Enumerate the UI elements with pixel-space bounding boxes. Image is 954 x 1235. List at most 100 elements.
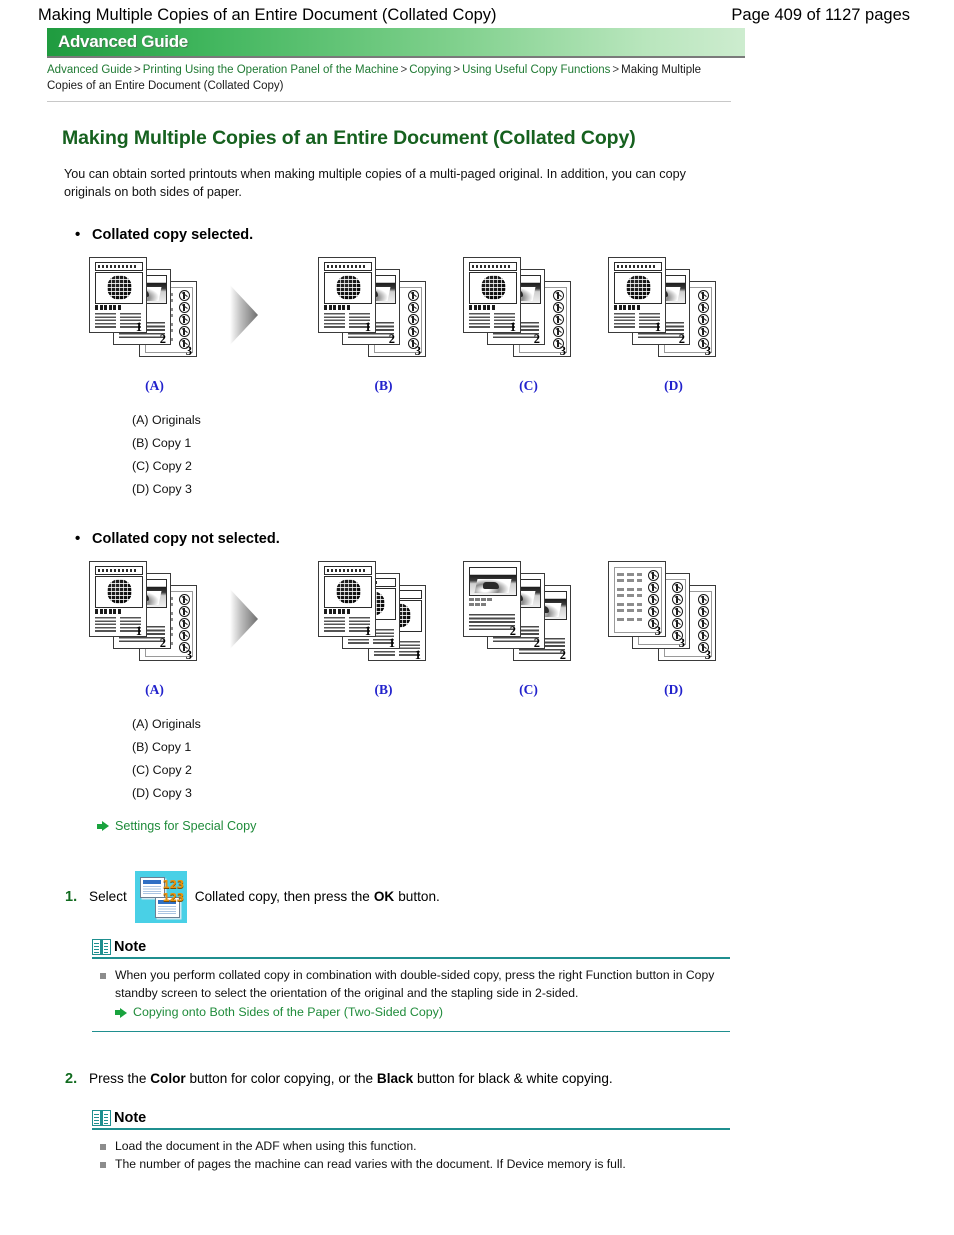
arrow-right-green-icon — [115, 1007, 128, 1018]
page-number-label: 1 — [135, 320, 142, 333]
page-number-label: 1 — [364, 624, 371, 637]
color-button-label: Color — [150, 1070, 186, 1086]
step-1-text-after: button. — [398, 889, 440, 904]
section-heading-collated-not-selected: Collated copy not selected. — [75, 530, 907, 547]
page-number-label: 2 — [533, 332, 540, 345]
legend-item: (C) Copy 2 — [132, 763, 192, 777]
group-label-d: (D) — [664, 682, 683, 697]
arrow-right-icon — [222, 257, 264, 397]
document-stack-group: 3 2 1 (A) — [87, 257, 222, 397]
page-number-label: 1 — [388, 636, 395, 649]
document-sheet-page2: 2 — [463, 561, 521, 637]
header-bar-graphic — [95, 262, 143, 271]
note-item: When you perform collated copy in combin… — [92, 967, 730, 1002]
page-number-label: 3 — [654, 624, 661, 637]
breadcrumb-item-2[interactable]: Copying — [409, 64, 451, 76]
breadcrumb-item-0[interactable]: Advanced Guide — [47, 64, 132, 76]
black-button-label: Black — [376, 1070, 414, 1086]
globe-graphic — [107, 275, 132, 300]
document-stack-group: 3 3 3 (D) — [606, 561, 741, 701]
bullet-square-icon — [100, 1143, 106, 1150]
bullet-square-icon — [100, 1162, 106, 1168]
legend-item: (A) Originals — [132, 717, 201, 731]
intro-paragraph: You can obtain sorted printouts when mak… — [64, 167, 686, 199]
book-icon — [92, 939, 111, 955]
advanced-guide-label: Advanced Guide — [58, 32, 188, 51]
breadcrumb-item-3[interactable]: Using Useful Copy Functions — [462, 64, 610, 76]
note-header: Note — [92, 939, 730, 959]
page-number-label: 2 — [559, 648, 566, 661]
page-header: Making Multiple Copies of an Entire Docu… — [0, 0, 954, 28]
step-1: 1. Select 123 123 Collated copy, then pr… — [65, 871, 907, 923]
breadcrumb-separator: > — [453, 64, 461, 76]
note-header: Note — [92, 1109, 730, 1130]
document-sheet-page1: 1 — [89, 257, 147, 333]
legend-item: (C) Copy 2 — [132, 459, 192, 473]
page-number-label: 3 — [559, 344, 566, 357]
page-number-label: 3 — [704, 648, 711, 661]
page-number-label: 3 — [414, 344, 421, 357]
ok-button-label: OK — [373, 889, 395, 904]
page-number-label: 1 — [414, 648, 421, 661]
book-icon — [92, 1109, 111, 1126]
note-item: Load the document in the ADF when using … — [92, 1138, 730, 1156]
page-number-label: 3 — [678, 636, 685, 649]
page-number-label: 3 — [185, 344, 192, 357]
document-sheet-page1: 1 — [608, 257, 666, 333]
note-block-2: Note Load the document in the ADF when u… — [92, 1109, 730, 1174]
two-sided-copy-link[interactable]: Copying onto Both Sides of the Paper (Tw… — [133, 1004, 443, 1022]
page-number-label: 2 — [159, 332, 166, 345]
settings-for-special-copy-link[interactable]: Settings for Special Copy — [115, 819, 256, 833]
document-sheet-page3: 3 — [608, 561, 666, 637]
document-stack-group: 3 2 1 (C) — [461, 257, 596, 397]
arrow-right-green-icon — [97, 821, 110, 831]
step-1-text-before: Select — [89, 889, 127, 904]
breadcrumb-separator: > — [612, 64, 620, 76]
breadcrumb-separator: > — [400, 64, 408, 76]
group-label-a: (A) — [145, 378, 164, 393]
legend-collated-selected: (A) Originals (B) Copy 1 (C) Copy 2 (D) … — [132, 409, 907, 501]
breadcrumb-item-1[interactable]: Printing Using the Operation Panel of th… — [143, 64, 399, 76]
group-label-a: (A) — [145, 682, 164, 697]
breadcrumb: Advanced Guide > Printing Using the Operat… — [47, 63, 731, 102]
page-number-label: 2 — [509, 624, 516, 637]
note-item-text: Load the document in the ADF when using … — [115, 1138, 417, 1153]
document-stack-group: 3 2 1 (D) — [606, 257, 741, 397]
advanced-guide-banner: Advanced Guide — [47, 28, 745, 58]
note-bottom-rule — [92, 1030, 730, 1032]
note-title: Note — [114, 939, 147, 955]
page-number-label: 3 — [185, 648, 192, 661]
page-number-label: 1 — [364, 320, 371, 333]
page-number-label: 2 — [159, 636, 166, 649]
group-label-b: (B) — [374, 682, 393, 697]
group-label-c: (C) — [519, 682, 538, 697]
page-number-label: 1 — [654, 320, 661, 333]
page-number-label: 2 — [388, 332, 395, 345]
step-1-text-mid: Collated copy, then press the — [194, 889, 370, 904]
note-item: The number of pages the machine can read… — [92, 1156, 730, 1174]
breadcrumb-separator: > — [134, 64, 141, 76]
document-sheet-page1: 1 — [318, 561, 376, 637]
page-number-label: 2 — [533, 636, 540, 649]
page-title: Making Multiple Copies of an Entire Docu… — [62, 127, 636, 149]
bullet-square-icon — [100, 973, 106, 979]
legend-item: (B) Copy 1 — [132, 436, 192, 450]
page-number-label: 1 — [135, 624, 142, 637]
special-copy-link-row[interactable]: Settings for Special Copy — [97, 819, 907, 833]
document-stack-group: 1 1 1 (B) — [316, 561, 451, 701]
section-heading-collated-selected: Collated copy selected. — [75, 226, 907, 243]
legend-item: (D) Copy 3 — [132, 786, 192, 800]
note-block-1: Note When you perform collated copy in c… — [92, 939, 730, 1032]
illustration-row-collated-selected: 3 2 1 (A) 3 2 1 (B) 3 2 1 (C) 3 2 1 (D) — [87, 257, 907, 397]
step-number: 1. — [65, 889, 78, 905]
group-label-d: (D) — [664, 378, 683, 393]
note-body: When you perform collated copy in combin… — [92, 967, 730, 1022]
document-stack-group: 3 2 1 (B) — [316, 257, 451, 397]
document-sheet-page1: 1 — [463, 257, 521, 333]
note-sub-link-row[interactable]: Copying onto Both Sides of the Paper (Tw… — [115, 1004, 730, 1022]
legend-item: (B) Copy 1 — [132, 740, 192, 754]
group-label-b: (B) — [374, 378, 393, 393]
legend-item: (D) Copy 3 — [132, 482, 192, 496]
page-number-label: 2 — [678, 332, 685, 345]
page-content: Advanced Guide Advanced Guide > Printing U… — [0, 28, 907, 1174]
